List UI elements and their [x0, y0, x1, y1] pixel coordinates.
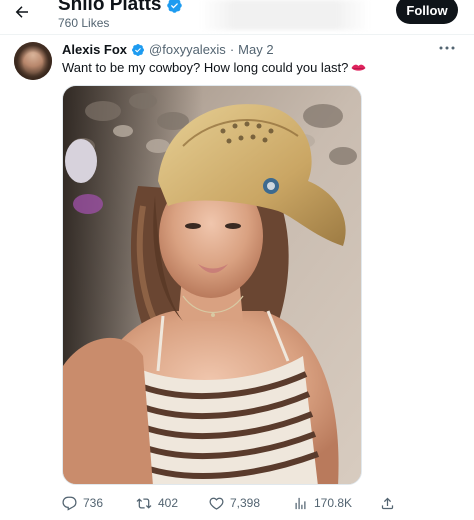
- tweet-actions: 736 402 7,398 170.8K: [62, 493, 462, 513]
- share-button[interactable]: [380, 493, 395, 513]
- verified-badge-icon: [131, 43, 145, 57]
- profile-header: Shilo Platts 760 Likes Follow: [0, 0, 474, 36]
- like-count: 7,398: [230, 496, 261, 510]
- repost-count: 402: [158, 496, 179, 510]
- tweet-text: Want to be my cowboy? How long could you…: [62, 60, 366, 75]
- header-blurred-area: [200, 0, 370, 30]
- header-divider: [0, 34, 474, 35]
- like-icon: [209, 497, 224, 510]
- views-button[interactable]: 170.8K: [293, 493, 352, 513]
- share-icon: [381, 497, 394, 509]
- tweet-body: Want to be my cowboy? How long could you…: [62, 60, 349, 75]
- like-button[interactable]: 7,398: [209, 493, 260, 513]
- meta-separator: ·: [229, 42, 235, 57]
- follow-button[interactable]: Follow: [396, 0, 458, 24]
- profile-likes-count: 760 Likes: [58, 16, 110, 30]
- tweet-media-image[interactable]: [62, 85, 362, 485]
- more-icon: [439, 46, 455, 50]
- profile-title: Shilo Platts: [58, 0, 183, 16]
- reply-count: 736: [83, 496, 104, 510]
- views-icon: [295, 497, 306, 509]
- repost-button[interactable]: 402: [136, 493, 178, 513]
- reply-button[interactable]: 736: [62, 493, 103, 513]
- author-handle[interactable]: @foxyyalexis: [149, 42, 226, 57]
- more-options-button[interactable]: [436, 40, 458, 56]
- views-count: 170.8K: [314, 496, 353, 510]
- avatar[interactable]: [14, 42, 52, 80]
- verified-badge-icon: [166, 0, 183, 14]
- lips-icon: [351, 64, 366, 71]
- back-arrow-icon: [15, 6, 28, 18]
- back-button[interactable]: [8, 0, 36, 24]
- repost-icon: [136, 497, 152, 509]
- tweet-author-row: Alexis Fox @foxyyalexis · May 2: [62, 42, 274, 57]
- profile-name: Shilo Platts: [58, 0, 162, 15]
- reply-icon: [62, 496, 77, 511]
- author-display-name[interactable]: Alexis Fox: [62, 42, 127, 57]
- tweet-date[interactable]: May 2: [238, 42, 273, 57]
- tweet-photo: [63, 86, 361, 484]
